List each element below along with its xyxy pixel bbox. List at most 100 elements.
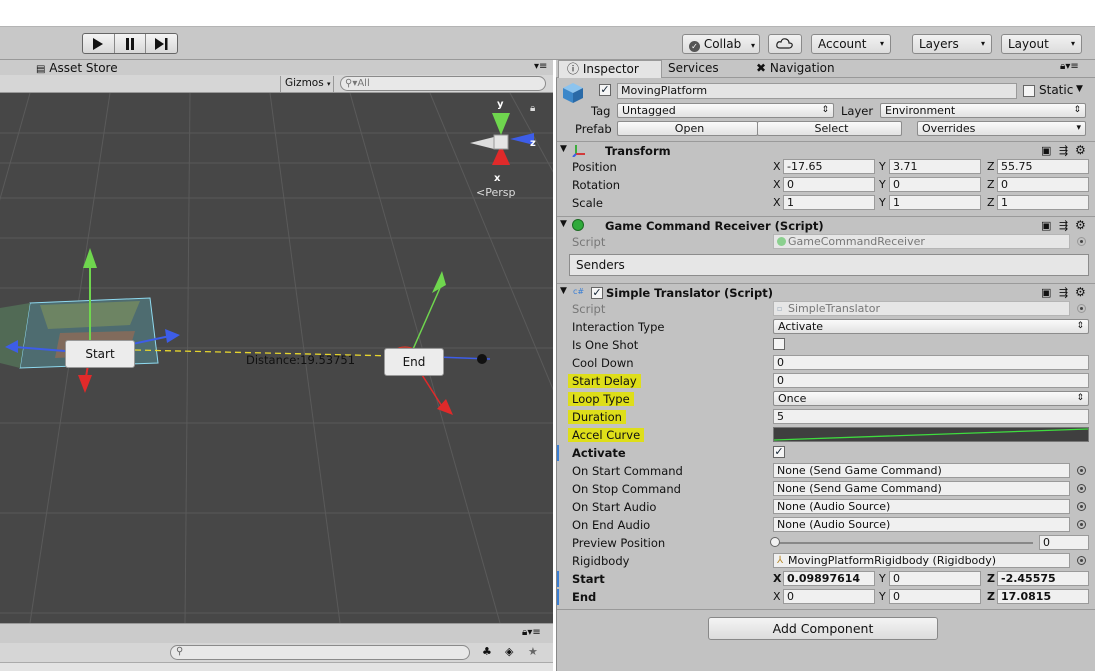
on-start-audio-field[interactable]: None (Audio Source) <box>773 499 1070 514</box>
bag-icon: ▤ <box>36 64 46 75</box>
duration-field[interactable]: 5 <box>773 409 1089 424</box>
prefab-select-button[interactable]: Select <box>757 121 902 136</box>
preview-position-field[interactable]: 0 <box>1039 535 1089 550</box>
step-button[interactable] <box>146 34 177 53</box>
scene-search-input[interactable]: ⚲▾All <box>340 76 546 91</box>
start-marker-label[interactable]: Start <box>65 340 135 368</box>
loop-type-label: Loop Type <box>568 392 634 406</box>
senders-list[interactable]: Senders <box>569 254 1089 276</box>
play-button[interactable] <box>83 34 115 53</box>
gear-icon[interactable]: ⚙ <box>1075 285 1086 299</box>
translator-enabled-checkbox[interactable]: ✓ <box>591 287 603 299</box>
accel-curve-field[interactable] <box>773 427 1089 442</box>
override-indicator <box>557 589 559 605</box>
scene-view[interactable]: y z x 🔒︎ <Persp Start End Distance:19.53… <box>0 93 553 623</box>
layout-dropdown[interactable]: Layout ▾ <box>1001 34 1082 54</box>
interaction-type-label: Interaction Type <box>572 320 665 334</box>
preview-position-slider-track[interactable] <box>775 542 1033 544</box>
object-picker-icon[interactable] <box>1077 484 1086 493</box>
project-search-input[interactable]: ⚲ <box>170 645 470 660</box>
scale-x-field[interactable]: 1 <box>783 195 875 210</box>
filter-by-label-icon[interactable]: ◈ <box>505 645 513 658</box>
tab-navigation[interactable]: ✖ Navigation <box>748 60 843 78</box>
translator-header[interactable]: ▼ c# ✓ Simple Translator (Script) ▣ ⇶ ⚙ <box>557 283 1095 301</box>
start-y-field[interactable]: 0 <box>889 571 981 586</box>
active-checkbox[interactable]: ✓ <box>599 84 611 96</box>
add-component-button[interactable]: Add Component <box>708 617 938 640</box>
preview-position-slider-thumb[interactable] <box>770 537 780 547</box>
gear-icon[interactable]: ⚙ <box>1075 143 1086 157</box>
interaction-type-value: Activate <box>778 320 824 333</box>
gizmos-dropdown[interactable]: Gizmos ▾ <box>280 76 334 92</box>
on-end-audio-field[interactable]: None (Audio Source) <box>773 517 1070 532</box>
prefab-open-button[interactable]: Open <box>617 121 758 136</box>
playback-controls <box>82 33 178 54</box>
tab-inspector[interactable]: ⓘ Inspector <box>558 60 662 78</box>
start-x-field[interactable]: 0.09897614 <box>783 571 875 586</box>
cloud-button[interactable] <box>768 34 802 54</box>
static-dropdown-icon[interactable]: ▼ <box>1076 84 1083 94</box>
object-picker-icon[interactable] <box>1077 502 1086 511</box>
account-dropdown[interactable]: Account ▾ <box>811 34 891 54</box>
receiver-header[interactable]: ▼ Game Command Receiver (Script) ▣ ⇶ ⚙ <box>557 216 1095 234</box>
layer-dropdown[interactable]: Environment ⇕ <box>880 103 1086 118</box>
activate-checkbox[interactable]: ✓ <box>773 446 785 458</box>
rotation-z-field[interactable]: 0 <box>997 177 1089 192</box>
lock-icon[interactable]: 🔒︎ <box>530 103 535 114</box>
rigidbody-field[interactable]: ⅄ MovingPlatformRigidbody (Rigidbody) <box>773 553 1070 568</box>
loop-type-dropdown[interactable]: Once ⇕ <box>773 391 1089 406</box>
interaction-type-dropdown[interactable]: Activate ⇕ <box>773 319 1089 334</box>
scale-z-field[interactable]: 1 <box>997 195 1089 210</box>
object-picker-icon[interactable] <box>1077 556 1086 565</box>
end-marker-label[interactable]: End <box>384 348 444 376</box>
tag-dropdown[interactable]: Untagged ⇕ <box>617 103 834 118</box>
lock-menu-icon[interactable]: 🔒︎▾≡ <box>522 627 541 638</box>
rotation-x-field[interactable]: 0 <box>783 177 875 192</box>
end-y-field[interactable]: 0 <box>889 589 981 604</box>
position-z-field[interactable]: 55.75 <box>997 159 1089 174</box>
object-picker-icon[interactable] <box>1077 466 1086 475</box>
gear-icon[interactable]: ⚙ <box>1075 218 1086 232</box>
static-checkbox[interactable] <box>1023 85 1035 97</box>
script-green-icon <box>572 219 584 231</box>
search-placeholder: All <box>357 78 370 89</box>
preset-icon[interactable]: ⇶ <box>1059 219 1068 232</box>
prefab-overrides-dropdown[interactable]: Overrides ▾ <box>917 121 1086 136</box>
panel-menu-icon[interactable]: ▾≡ <box>534 61 547 72</box>
object-name-field[interactable]: MovingPlatform <box>617 83 1017 99</box>
cool-down-field[interactable]: 0 <box>773 355 1089 370</box>
collab-button[interactable]: ✓ Collab ▾ <box>682 34 760 54</box>
scale-y-field[interactable]: 1 <box>889 195 981 210</box>
tab-services[interactable]: Services <box>660 60 727 78</box>
help-book-icon[interactable]: ▣ <box>1041 286 1051 299</box>
on-stop-command-field[interactable]: None (Send Game Command) <box>773 481 1070 496</box>
tab-asset-store[interactable]: ▤ Asset Store <box>36 61 118 75</box>
start-z-field[interactable]: -2.45575 <box>997 571 1089 586</box>
help-book-icon[interactable]: ▣ <box>1041 144 1051 157</box>
preset-icon[interactable]: ⇶ <box>1059 286 1068 299</box>
y-axis-label: Y <box>879 160 886 173</box>
translator-script-value: SimpleTranslator <box>788 302 880 315</box>
orientation-gizmo[interactable] <box>470 113 534 165</box>
inspector-lock-menu-icon[interactable]: 🔒︎▾≡ <box>1060 61 1079 72</box>
object-picker-icon[interactable] <box>1077 520 1086 529</box>
favorite-star-icon[interactable]: ★ <box>528 645 538 658</box>
rotation-y-field[interactable]: 0 <box>889 177 981 192</box>
position-y-field[interactable]: 3.71 <box>889 159 981 174</box>
layers-dropdown[interactable]: Layers ▾ <box>912 34 992 54</box>
start-delay-field[interactable]: 0 <box>773 373 1089 388</box>
is-one-shot-checkbox[interactable] <box>773 338 785 350</box>
position-x-field[interactable]: -17.65 <box>783 159 875 174</box>
accel-curve-text: Accel Curve <box>568 428 645 442</box>
persp-label: Persp <box>485 186 516 199</box>
filter-by-type-icon[interactable]: ♣ <box>482 645 492 658</box>
end-x-field[interactable]: 0 <box>783 589 875 604</box>
preset-icon[interactable]: ⇶ <box>1059 144 1068 157</box>
pause-button[interactable] <box>115 34 147 53</box>
end-z-field[interactable]: 17.0815 <box>997 589 1089 604</box>
help-book-icon[interactable]: ▣ <box>1041 219 1051 232</box>
on-start-command-field[interactable]: None (Send Game Command) <box>773 463 1070 478</box>
loop-type-value: Once <box>778 392 807 405</box>
persp-toggle[interactable]: <Persp <box>476 186 515 199</box>
transform-header[interactable]: ▼ Transform ▣ ⇶ ⚙ <box>557 141 1095 159</box>
